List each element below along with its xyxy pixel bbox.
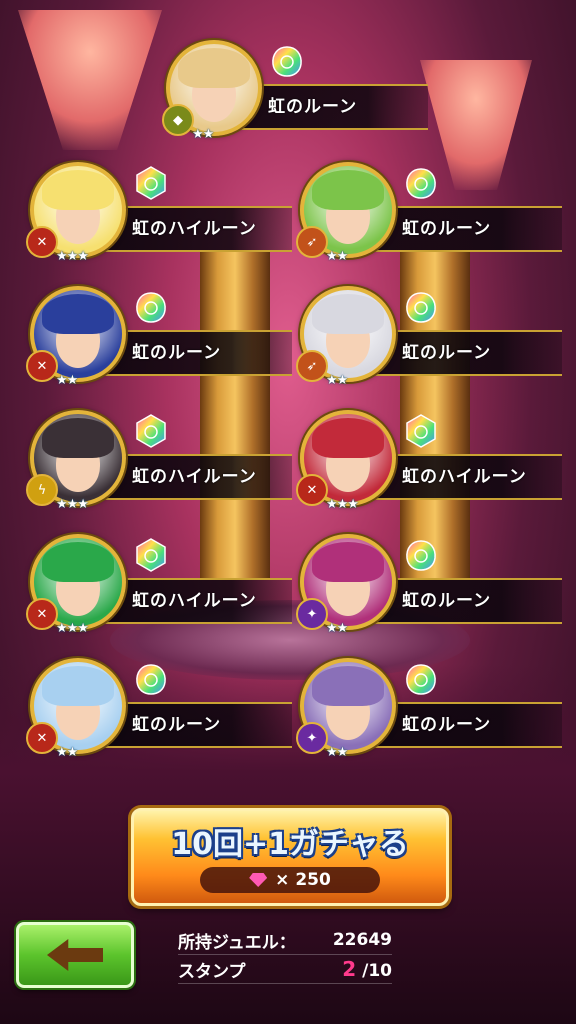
rarity-stars: ★★ — [56, 745, 78, 760]
result-entry[interactable]: 虹のハイルーン ✕ ★★★ — [22, 156, 292, 274]
stamp-current: 2 — [342, 957, 357, 981]
back-button[interactable] — [16, 922, 134, 988]
character-hair — [312, 294, 384, 334]
bow-icon: ➶ — [296, 226, 328, 258]
result-entry[interactable]: 虹のルーン ✕ ★★ — [22, 280, 292, 398]
rune-icon — [406, 664, 436, 695]
result-entry[interactable]: 虹のルーン ✦ ★★ — [292, 528, 562, 646]
character-hair — [42, 418, 114, 458]
sword-icon: ✕ — [26, 598, 58, 630]
rune-icon — [136, 664, 166, 695]
rarity-stars: ★★★ — [56, 497, 89, 512]
sword-icon: ✕ — [26, 226, 58, 258]
character-hair — [312, 170, 384, 210]
character-hair — [312, 666, 384, 706]
stamp-total: /10 — [362, 961, 392, 981]
result-entry[interactable]: 虹のハイルーン ✕ ★★★ — [22, 528, 292, 646]
item-name: 虹のルーン — [402, 715, 492, 735]
sword-icon: ✕ — [26, 722, 58, 754]
character-hair — [42, 294, 114, 334]
result-entry[interactable]: 虹のルーン ◆ ★★ — [158, 34, 428, 152]
gacha-cost-value: × 250 — [275, 870, 331, 890]
high-rune-icon — [406, 414, 436, 448]
jewels-row: 所持ジュエル： 22649 — [178, 926, 392, 955]
rarity-stars: ★★ — [56, 373, 78, 388]
item-name: 虹のハイルーン — [132, 219, 257, 239]
rarity-stars: ★★ — [326, 249, 348, 264]
gacha-cost: × 250 — [200, 867, 380, 893]
item-name: 虹のルーン — [402, 343, 492, 363]
rarity-stars: ★★ — [192, 127, 214, 142]
character-hair — [312, 418, 384, 458]
result-entry[interactable]: 虹のハイルーン ϟ ★★★ — [22, 404, 292, 522]
high-rune-icon — [136, 166, 166, 200]
item-name: 虹のハイルーン — [132, 591, 257, 611]
rarity-stars: ★★ — [326, 621, 348, 636]
rune-icon — [406, 292, 436, 323]
bow-icon: ➶ — [296, 350, 328, 382]
ceiling-lamp-left — [18, 10, 162, 150]
rune-icon — [406, 168, 436, 199]
item-name: 虹のルーン — [402, 591, 492, 611]
gacha-10-plus-1-button[interactable]: 10回+1ガチャる × 250 — [131, 808, 449, 906]
gacha-button-label: 10回+1ガチャる — [171, 827, 409, 862]
stamp-row: スタンプ 2 /10 — [178, 955, 392, 984]
jewel-icon — [249, 873, 268, 887]
stamp-progress: 2 /10 — [342, 957, 392, 981]
rarity-stars: ★★★ — [56, 621, 89, 636]
shield-icon: ◆ — [162, 104, 194, 136]
rune-icon — [136, 292, 166, 323]
rarity-stars: ★★ — [326, 745, 348, 760]
item-name: 虹のルーン — [132, 343, 222, 363]
high-rune-icon — [136, 414, 166, 448]
stamp-label: スタンプ — [178, 961, 246, 982]
rarity-stars: ★★ — [326, 373, 348, 388]
character-hair — [178, 48, 250, 88]
result-entry[interactable]: 虹のハイルーン ✕ ★★★ — [292, 404, 562, 522]
player-status: 所持ジュエル： 22649 スタンプ 2 /10 — [178, 926, 392, 984]
jewels-label: 所持ジュエル： — [178, 932, 296, 953]
sword-icon: ✕ — [26, 350, 58, 382]
staff-icon: ✦ — [296, 722, 328, 754]
lightning-icon: ϟ — [26, 474, 58, 506]
item-name: 虹のルーン — [132, 715, 222, 735]
high-rune-icon — [136, 538, 166, 572]
item-name: 虹のルーン — [268, 97, 358, 117]
rune-icon — [272, 46, 302, 77]
character-hair — [42, 542, 114, 582]
result-entry[interactable]: 虹のルーン ✦ ★★ — [292, 652, 562, 770]
jewels-value: 22649 — [332, 930, 392, 950]
sword-icon: ✕ — [296, 474, 328, 506]
character-hair — [312, 542, 384, 582]
rarity-stars: ★★★ — [326, 497, 359, 512]
character-hair — [42, 170, 114, 210]
item-name: 虹のハイルーン — [402, 467, 527, 487]
result-entry[interactable]: 虹のルーン ➶ ★★ — [292, 280, 562, 398]
character-hair — [42, 666, 114, 706]
item-name: 虹のルーン — [402, 219, 492, 239]
staff-icon: ✦ — [296, 598, 328, 630]
result-entry[interactable]: 虹のルーン ➶ ★★ — [292, 156, 562, 274]
arrow-left-icon — [47, 939, 103, 971]
rune-icon — [406, 540, 436, 571]
item-name: 虹のハイルーン — [132, 467, 257, 487]
result-entry[interactable]: 虹のルーン ✕ ★★ — [22, 652, 292, 770]
rarity-stars: ★★★ — [56, 249, 89, 264]
